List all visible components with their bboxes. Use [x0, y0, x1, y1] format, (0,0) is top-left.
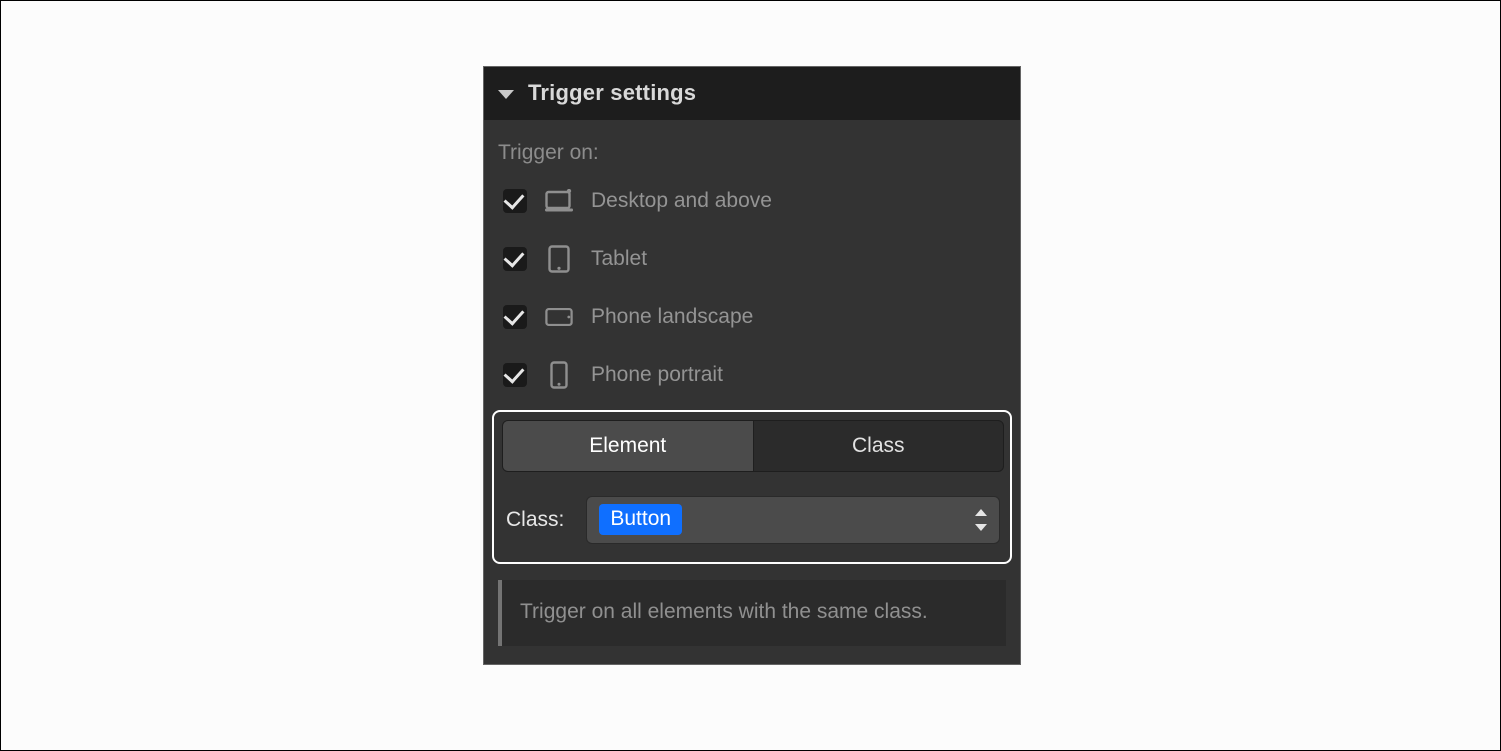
info-text: Trigger on all elements with the same cl… [520, 600, 928, 623]
panel-title: Trigger settings [528, 80, 696, 106]
row-label-tablet: Tablet [591, 246, 647, 271]
class-select[interactable]: Button [586, 496, 1000, 544]
panel-header[interactable]: Trigger settings [484, 67, 1020, 120]
element-class-segmented: Element Class [502, 420, 1004, 472]
segment-element[interactable]: Element [503, 421, 753, 471]
select-chevrons-icon [973, 509, 987, 531]
class-row: Class: Button [502, 472, 1002, 550]
segment-class-label: Class [852, 434, 905, 457]
desktop-icon [545, 187, 573, 215]
trigger-settings-panel: Trigger settings Trigger on: Desktop and… [484, 67, 1020, 664]
element-class-group: Element Class Class: Button [492, 410, 1012, 564]
tablet-icon [545, 245, 573, 273]
trigger-on-section: Trigger on: Desktop and above [484, 120, 1020, 409]
info-box: Trigger on all elements with the same cl… [498, 580, 1006, 647]
segment-element-label: Element [589, 434, 666, 457]
row-label-phone-landscape: Phone landscape [591, 304, 753, 329]
trigger-on-row-tablet: Tablet [498, 238, 1006, 280]
row-label-desktop: Desktop and above [591, 188, 772, 213]
trigger-on-row-phone-portrait: Phone portrait [498, 354, 1006, 396]
row-label-phone-portrait: Phone portrait [591, 362, 723, 387]
class-label: Class: [506, 507, 564, 532]
trigger-on-row-desktop: Desktop and above [498, 180, 1006, 222]
checkbox-phone-landscape[interactable] [503, 305, 527, 329]
trigger-on-row-phone-landscape: Phone landscape [498, 296, 1006, 338]
class-pill: Button [599, 504, 682, 535]
collapse-caret-icon [498, 90, 514, 99]
checkbox-phone-portrait[interactable] [503, 363, 527, 387]
segment-class[interactable]: Class [753, 421, 1004, 471]
phone-landscape-icon [545, 303, 573, 331]
checkbox-tablet[interactable] [503, 247, 527, 271]
phone-portrait-icon [545, 361, 573, 389]
trigger-on-label: Trigger on: [498, 140, 1006, 165]
checkbox-desktop[interactable] [503, 189, 527, 213]
